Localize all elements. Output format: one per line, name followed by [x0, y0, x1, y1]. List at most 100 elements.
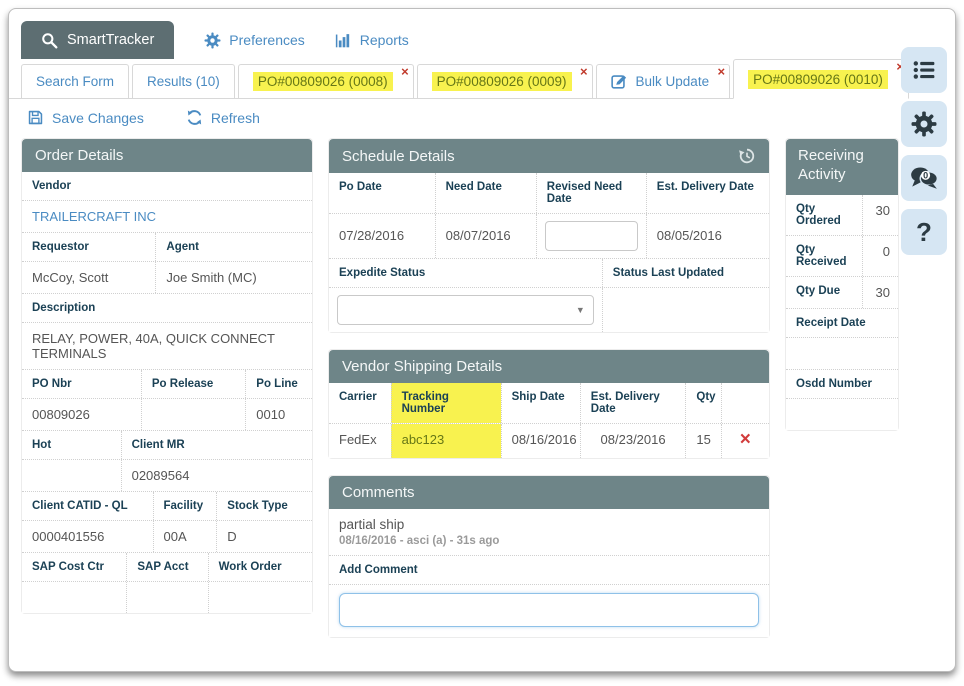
expedite-status-cell: ▼ — [329, 288, 602, 332]
osdd-number-value — [786, 399, 898, 430]
comment-meta: 08/16/2016 - asci (a) - 31s ago — [339, 535, 759, 547]
edit-pencil-icon — [611, 73, 628, 90]
work-order-value — [208, 582, 312, 613]
need-date-col: Need Date — [435, 173, 536, 213]
stock-type-value: D — [216, 521, 312, 552]
tab-label: Results (10) — [147, 74, 220, 89]
comments-header: Comments — [329, 476, 769, 509]
vendor-label: Vendor — [22, 172, 312, 200]
qty-received-label: Qty Received — [786, 236, 862, 276]
tab-label: Search Form — [36, 74, 114, 89]
smarttracker-brand-tab[interactable]: SmartTracker — [21, 21, 174, 59]
tab-label: Bulk Update — [636, 74, 710, 89]
expedite-status-select[interactable]: ▼ — [337, 295, 594, 325]
carrier-col: Carrier — [329, 383, 391, 423]
hot-value — [22, 460, 121, 491]
add-comment-input[interactable] — [339, 593, 759, 627]
reports-label: Reports — [360, 32, 409, 48]
receipt-date-label: Receipt Date — [786, 309, 898, 337]
side-icon-rail: 0 ? — [901, 47, 949, 255]
qty-ordered-value: 30 — [862, 195, 898, 235]
delete-row-cell: × — [721, 424, 769, 458]
close-icon[interactable]: × — [401, 65, 409, 78]
tracking-number-link[interactable]: abc123 — [391, 424, 501, 458]
revised-need-date-cell — [536, 214, 646, 258]
refresh-icon — [186, 109, 203, 126]
refresh-button[interactable]: Refresh — [186, 109, 260, 126]
po-release-label: Po Release — [141, 370, 245, 398]
po-release-value — [141, 399, 245, 430]
shipping-row: FedEx abc123 08/16/2016 08/23/2016 15 × — [329, 424, 769, 458]
question-mark-icon: ? — [916, 217, 932, 248]
tab-label: PO#00809026 (0008) — [253, 72, 393, 91]
po-nbr-label: PO Nbr — [22, 370, 141, 398]
tab-bulk-update[interactable]: Bulk Update × — [596, 64, 731, 98]
action-toolbar: Save Changes Refresh — [9, 99, 955, 134]
order-details-header: Order Details — [22, 139, 312, 172]
expedite-status-label: Expedite Status — [329, 259, 602, 287]
comment-entry: partial ship 08/16/2016 - asci (a) - 31s… — [329, 509, 769, 556]
panel-title: Vendor Shipping Details — [342, 358, 502, 375]
gear-icon — [204, 32, 221, 49]
history-icon[interactable] — [738, 147, 756, 165]
gear-icon — [911, 111, 937, 137]
main-content: Order Details Vendor TRAILERCRAFT INC Re… — [9, 134, 899, 652]
est-delivery-value: 08/23/2016 — [580, 424, 686, 458]
comments-rail-button[interactable]: 0 — [901, 155, 947, 201]
tab-po-0010-active[interactable]: PO#00809026 (0010) × — [733, 59, 909, 99]
panel-title: Receiving Activity — [798, 147, 886, 185]
qty-due-value: 30 — [862, 277, 898, 308]
qty-due-label: Qty Due — [786, 277, 862, 308]
refresh-label: Refresh — [211, 110, 260, 126]
agent-value: Joe Smith (MC) — [155, 262, 312, 293]
close-icon[interactable]: × — [717, 65, 725, 78]
po-line-label: Po Line — [245, 370, 312, 398]
chat-bubbles-icon: 0 — [909, 165, 939, 191]
tracking-number-col: Tracking Number — [391, 383, 501, 423]
preferences-link[interactable]: Preferences — [204, 21, 304, 59]
tab-po-0009[interactable]: PO#00809026 (0009) × — [417, 64, 593, 98]
reports-link[interactable]: Reports — [335, 21, 409, 59]
po-date-col: Po Date — [329, 173, 435, 213]
receiving-activity-panel: Receiving Activity Qty Ordered 30 Qty Re… — [785, 138, 899, 431]
center-column: Schedule Details Po Date Need Date Revis… — [328, 138, 770, 638]
osdd-number-label: Osdd Number — [786, 370, 898, 398]
client-catid-value: 0000401556 — [22, 521, 153, 552]
vendor-link[interactable]: TRAILERCRAFT INC — [22, 201, 312, 232]
requestor-label: Requestor — [22, 233, 155, 261]
save-label: Save Changes — [52, 110, 144, 126]
delete-icon[interactable]: × — [740, 429, 751, 450]
top-nav: SmartTracker Preferences Reports — [9, 9, 955, 59]
po-nbr-value: 00809026 — [22, 399, 141, 430]
bar-chart-icon — [335, 32, 352, 49]
carrier-value: FedEx — [329, 424, 391, 458]
tab-search-form[interactable]: Search Form — [21, 64, 129, 98]
po-line-value: 0010 — [245, 399, 312, 430]
save-changes-button[interactable]: Save Changes — [27, 109, 144, 126]
tab-bar: Search Form Results (10) PO#00809026 (00… — [9, 59, 899, 99]
close-icon[interactable]: × — [580, 65, 588, 78]
tab-results[interactable]: Results (10) — [132, 64, 235, 98]
po-date-value: 07/28/2016 — [329, 214, 435, 258]
list-view-button[interactable] — [901, 47, 947, 93]
client-catid-label: Client CATID - QL — [22, 492, 153, 520]
comments-panel: Comments partial ship 08/16/2016 - asci … — [328, 475, 770, 638]
hot-label: Hot — [22, 431, 121, 459]
qty-ordered-label: Qty Ordered — [786, 195, 862, 235]
est-delivery-date-col: Est. Delivery Date — [646, 173, 769, 213]
qty-received-value: 0 — [862, 236, 898, 276]
revised-need-date-col: Revised Need Date — [536, 173, 646, 213]
vendor-shipping-header: Vendor Shipping Details — [329, 350, 769, 383]
revised-need-date-input[interactable] — [545, 221, 638, 251]
work-order-label: Work Order — [208, 553, 312, 581]
est-delivery-date-value: 08/05/2016 — [646, 214, 769, 258]
status-last-updated-value — [602, 288, 769, 332]
settings-button[interactable] — [901, 101, 947, 147]
panel-title: Comments — [342, 484, 415, 501]
brand-label: SmartTracker — [67, 32, 154, 48]
help-button[interactable]: ? — [901, 209, 947, 255]
qty-col: Qty — [685, 383, 720, 423]
need-date-value: 08/07/2016 — [435, 214, 536, 258]
tab-po-0008[interactable]: PO#00809026 (0008) × — [238, 64, 414, 98]
qty-due-row: Qty Due 30 — [786, 277, 898, 309]
